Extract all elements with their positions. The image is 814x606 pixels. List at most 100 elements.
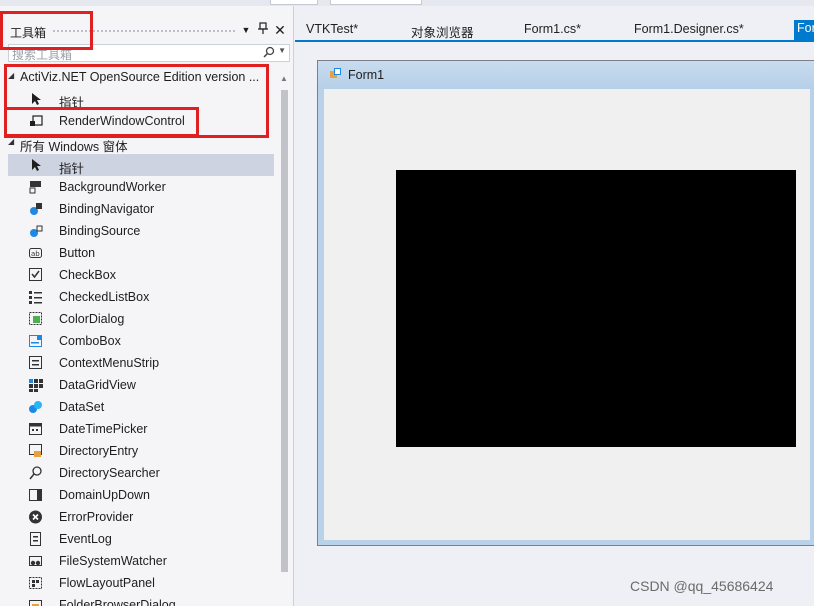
toolbox-title: 工具箱 xyxy=(10,26,47,40)
item-label: EventLog xyxy=(59,532,112,546)
toolbox-item-checkedlistbox[interactable]: CheckedListBox xyxy=(8,286,274,308)
tab-form1-designer-cs[interactable]: Form1.Designer.cs* xyxy=(634,22,744,36)
tab-form1-cs[interactable]: Form1.cs* xyxy=(524,22,581,36)
scroll-up-arrow-icon[interactable]: ▲ xyxy=(280,74,288,83)
datagridview-icon xyxy=(28,377,44,393)
eventlog-icon xyxy=(28,531,44,547)
group-all-windows-forms[interactable]: ◢ 所有 Windows 窗体 xyxy=(8,132,274,154)
close-icon[interactable]: ✕ xyxy=(272,22,288,38)
folderbrowserdialog-icon xyxy=(28,597,44,606)
search-placeholder: 搜索工具箱 xyxy=(12,48,73,62)
item-label: DomainUpDown xyxy=(59,488,151,502)
toolbox-item-domainupdown[interactable]: DomainUpDown xyxy=(8,484,274,506)
toolbox-item-directoryentry[interactable]: DirectoryEntry xyxy=(8,440,274,462)
expand-caret-icon[interactable]: ◢ xyxy=(8,71,14,80)
form-title: Form1 xyxy=(348,68,385,82)
document-area: VTKTest* 对象浏览器 Form1.cs* Form1.Designer.… xyxy=(295,6,814,606)
domainupdown-icon xyxy=(28,487,44,503)
toolbox-item-colordialog[interactable]: ColorDialog xyxy=(8,308,274,330)
toolbox-item-contextmenustrip[interactable]: ContextMenuStrip xyxy=(8,352,274,374)
toolbox-header: 工具箱 ▼ ✕ xyxy=(0,20,293,42)
toolbox-item-directorysearcher[interactable]: DirectorySearcher xyxy=(8,462,274,484)
tab-underline xyxy=(295,40,814,42)
combobox-icon xyxy=(28,333,44,349)
toolbox-item-errorprovider[interactable]: ErrorProvider xyxy=(8,506,274,528)
toolbox-item-combobox[interactable]: ComboBox xyxy=(8,330,274,352)
pin-icon[interactable] xyxy=(255,22,271,38)
item-label: BindingNavigator xyxy=(59,202,155,216)
toolbox-item-folderbrowserdialog[interactable]: FolderBrowserDialog xyxy=(8,594,274,606)
bindingnavigator-icon xyxy=(28,201,44,217)
form-titlebar[interactable]: Form1 xyxy=(318,61,814,89)
expand-caret-icon[interactable]: ◢ xyxy=(8,137,14,146)
toolbox-item-dataset[interactable]: DataSet xyxy=(8,396,274,418)
form-designer-surface[interactable]: Form1 xyxy=(301,46,814,606)
item-label: DataGridView xyxy=(59,378,136,392)
toolbox-item-bindingsource[interactable]: BindingSource xyxy=(8,220,274,242)
form-client-area[interactable] xyxy=(324,89,810,540)
errorprovider-icon xyxy=(28,509,44,525)
dropdown-arrow-icon[interactable]: ▼ xyxy=(238,22,254,38)
toolbox-item-flowlayoutpanel[interactable]: FlowLayoutPanel xyxy=(8,572,274,594)
toolbox-item-renderwindowcontrol[interactable]: RenderWindowControl xyxy=(8,110,274,132)
toolbox-item-eventlog[interactable]: EventLog xyxy=(8,528,274,550)
toolbox-item-pointer[interactable]: 指针 xyxy=(8,88,274,110)
toolbox-item-button[interactable]: ab Button xyxy=(8,242,274,264)
pointer-icon xyxy=(28,157,44,173)
item-label: FlowLayoutPanel xyxy=(59,576,155,590)
group-label: 所有 Windows 窗体 xyxy=(20,140,128,154)
item-label: 指针 xyxy=(59,96,85,110)
datetimepicker-icon xyxy=(28,421,44,437)
item-label: CheckBox xyxy=(59,268,116,282)
component-icon xyxy=(28,113,44,129)
item-label: BackgroundWorker xyxy=(59,180,166,194)
form-icon xyxy=(330,68,342,83)
bindingsource-icon xyxy=(28,223,44,239)
render-window-control[interactable] xyxy=(396,170,796,447)
toolbox-item-bindingnavigator[interactable]: BindingNavigator xyxy=(8,198,274,220)
flowlayoutpanel-icon xyxy=(28,575,44,591)
dataset-icon xyxy=(28,399,44,415)
scroll-thumb[interactable] xyxy=(281,90,288,572)
grip-dots[interactable] xyxy=(52,29,236,34)
item-label: ErrorProvider xyxy=(59,510,134,524)
toolbox-scrollbar[interactable]: ▲ xyxy=(278,74,290,606)
toolbar-combo[interactable] xyxy=(330,0,422,5)
toolbox-item-backgroundworker[interactable]: BackgroundWorker xyxy=(8,176,274,198)
toolbox-item-pointer[interactable]: 指针 xyxy=(8,154,274,176)
search-icon[interactable] xyxy=(263,46,275,61)
item-label: ComboBox xyxy=(59,334,121,348)
svg-text:ab: ab xyxy=(31,250,40,258)
item-label: DataSet xyxy=(59,400,105,414)
checkbox-icon xyxy=(28,267,44,283)
toolbox-item-filesystemwatcher[interactable]: FileSystemWatcher xyxy=(8,550,274,572)
group-activiz[interactable]: ◢ ActiViz.NET OpenSource Edition version… xyxy=(8,66,274,88)
tab-object-browser[interactable]: 对象浏览器 xyxy=(411,22,474,41)
item-label: FolderBrowserDialog xyxy=(59,598,176,606)
toolbox-item-datetimepicker[interactable]: DateTimePicker xyxy=(8,418,274,440)
item-label: FileSystemWatcher xyxy=(59,554,167,568)
directorysearcher-icon xyxy=(28,465,44,481)
group-label: ActiViz.NET OpenSource Edition version .… xyxy=(20,70,260,84)
item-label: ColorDialog xyxy=(59,312,125,326)
search-toolbox-input[interactable]: 搜索工具箱 ▼ xyxy=(8,44,290,62)
item-label: DirectoryEntry xyxy=(59,444,139,458)
item-label: CheckedListBox xyxy=(59,290,150,304)
chevron-down-icon[interactable]: ▼ xyxy=(278,46,286,55)
filesystemwatcher-icon xyxy=(28,553,44,569)
item-label: BindingSource xyxy=(59,224,141,238)
backgroundworker-icon xyxy=(28,179,44,195)
toolbox-panel: 工具箱 ▼ ✕ 搜索工具箱 ▼ ◢ ActiViz.NET OpenSource… xyxy=(0,6,294,606)
form-window[interactable]: Form1 xyxy=(317,60,814,546)
colordialog-icon xyxy=(28,311,44,327)
tab-form1-design-active[interactable]: For xyxy=(794,20,814,40)
toolbox-item-checkbox[interactable]: CheckBox xyxy=(8,264,274,286)
item-label: ContextMenuStrip xyxy=(59,356,160,370)
document-tabs: VTKTest* 对象浏览器 Form1.cs* Form1.Designer.… xyxy=(295,20,814,40)
toolbox-item-datagridview[interactable]: DataGridView xyxy=(8,374,274,396)
item-label: RenderWindowControl xyxy=(59,114,185,128)
directoryentry-icon xyxy=(28,443,44,459)
pointer-icon xyxy=(28,91,44,107)
toolbar-combo[interactable] xyxy=(270,0,318,5)
tab-vtktest[interactable]: VTKTest* xyxy=(306,22,358,36)
